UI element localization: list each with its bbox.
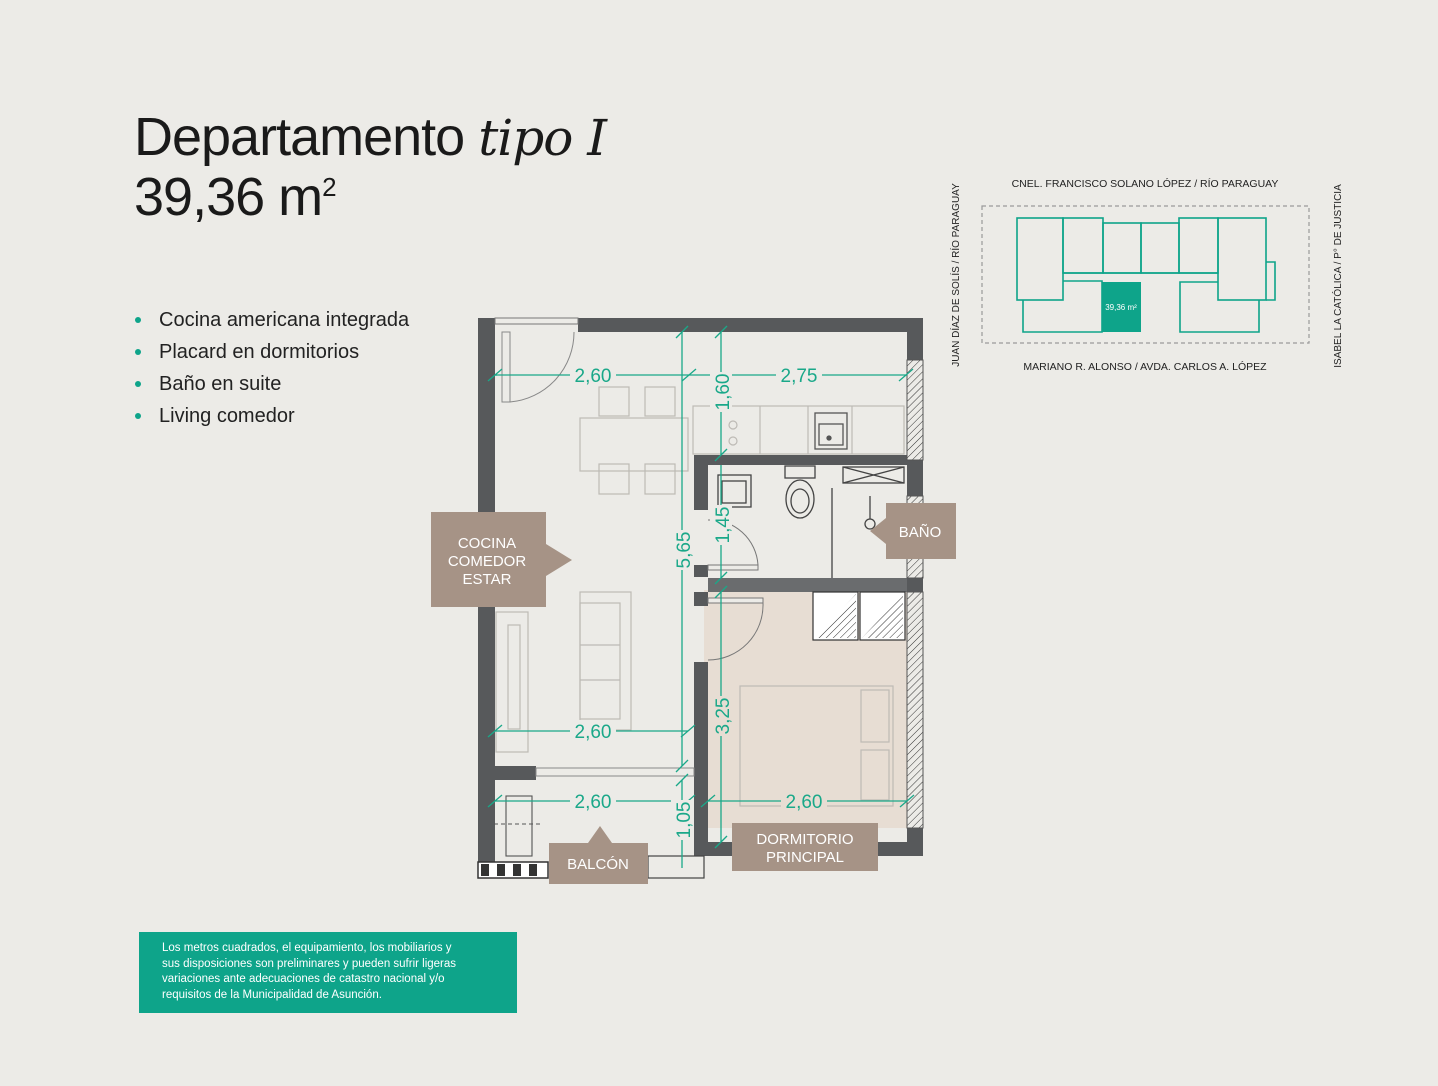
dim-bedroom-depth: 3,25	[713, 698, 734, 735]
kitchen-sink	[814, 412, 848, 450]
tag-cocina-line1: COCINA	[458, 535, 516, 552]
window	[494, 317, 579, 325]
hatched-wall	[906, 359, 924, 461]
floor-plan: 2,60 2,75 1,60 1,45 5,65 3,25 2,60 2,60 …	[431, 317, 956, 884]
tag-bano-label: BAÑO	[899, 524, 942, 541]
tag-cocina-line2: COMEDOR	[448, 553, 527, 570]
tag-cocina: COCINA COMEDOR ESTAR	[431, 512, 572, 607]
entrance-door	[501, 331, 575, 403]
bathroom-fixtures	[717, 465, 905, 578]
dim-total-depth: 5,65	[674, 532, 695, 569]
hatched-wall	[906, 591, 924, 829]
dim-balcony-width: 2,60	[575, 792, 612, 813]
tag-cocina-line3: ESTAR	[463, 571, 512, 588]
dim-kitchen-width: 2,75	[781, 366, 818, 387]
dim-living-width-top: 2,60	[575, 366, 612, 387]
dim-bedroom-width: 2,60	[786, 792, 823, 813]
balcony-door	[535, 767, 695, 777]
dim-living-width-bottom: 2,60	[575, 722, 612, 743]
tag-bano: BAÑO	[870, 503, 956, 559]
balcony-furniture	[494, 795, 540, 857]
dim-balcony-depth: 1,05	[674, 802, 695, 839]
dim-bath-depth: 1,45	[713, 507, 734, 544]
dim-kitchen-depth: 1,60	[713, 374, 734, 411]
tag-dormitorio-line2: PRINCIPAL	[766, 849, 844, 866]
tag-balcon-label: BALCÓN	[567, 856, 629, 873]
tag-dormitorio-line1: DORMITORIO	[756, 831, 853, 848]
tag-dormitorio: DORMITORIO PRINCIPAL	[732, 823, 878, 871]
tag-balcon: BALCÓN	[549, 826, 648, 884]
